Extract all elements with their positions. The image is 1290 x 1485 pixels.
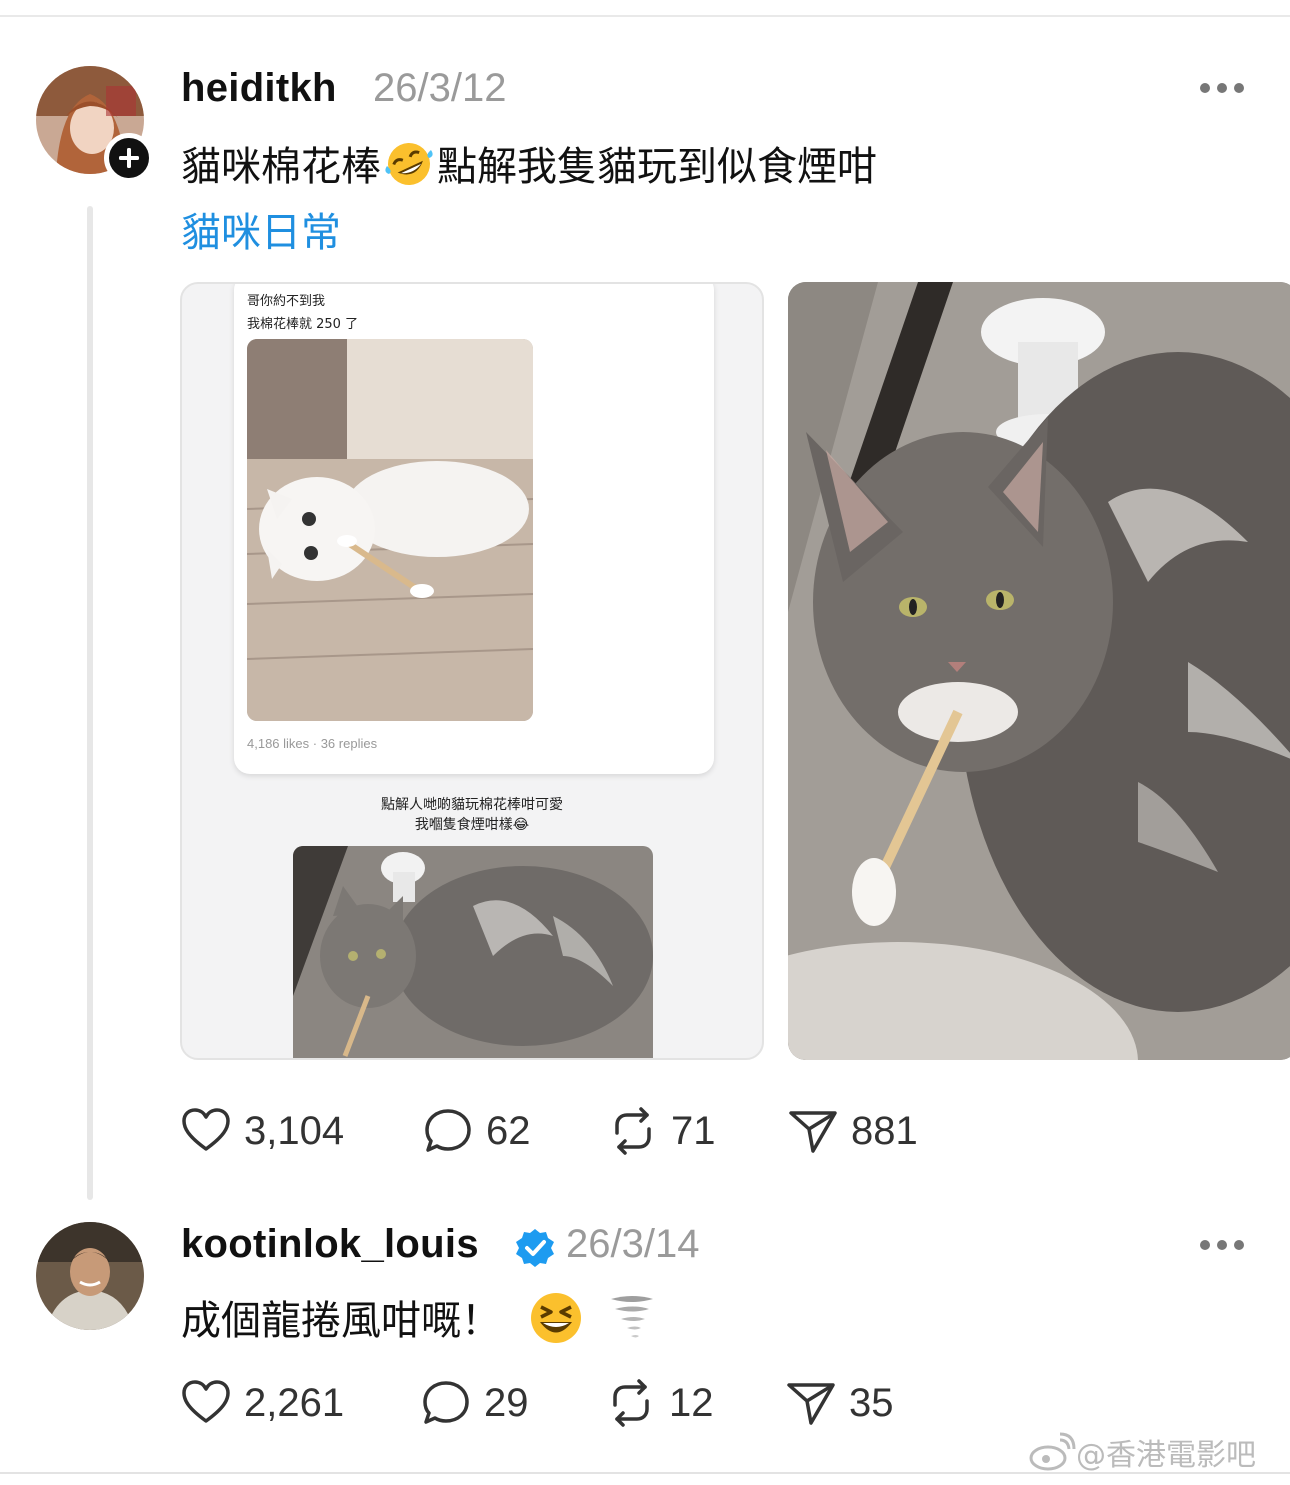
top-divider: [0, 15, 1290, 17]
like-button[interactable]: 2,261: [178, 1375, 344, 1431]
post-text-part1: 貓咪棉花棒: [181, 144, 381, 190]
heart-icon: [182, 1380, 230, 1423]
send-icon: [789, 1111, 837, 1153]
media-image-1[interactable]: 哥你約不到我 我棉花棒就 250 了 4,186 likes · 36 repl…: [180, 282, 764, 1060]
embedded-line-1: 哥你約不到我: [247, 294, 326, 309]
repost-icon: [613, 1379, 649, 1427]
embedded-line-2: 我棉花棒就 250 了: [247, 317, 359, 332]
repost-button[interactable]: 71: [605, 1103, 716, 1159]
bottom-divider: [0, 1472, 1290, 1474]
reply-button[interactable]: 29: [418, 1375, 529, 1431]
reply-button[interactable]: 62: [420, 1103, 531, 1159]
reply-count: 62: [486, 1108, 531, 1153]
repost-count: 12: [669, 1380, 714, 1425]
share-button[interactable]: 881: [785, 1103, 918, 1159]
watermark-text: @香港電影吧: [1076, 1438, 1256, 1473]
caption-line-2: 我嗰隻食煙咁樣😂: [414, 817, 530, 833]
embedded-stats: 4,186 likes · 36 replies: [247, 736, 378, 751]
reply-username[interactable]: kootinlok_louis: [181, 1222, 479, 1267]
repost-count: 71: [671, 1108, 716, 1153]
weibo-logo-icon: [1029, 1432, 1076, 1471]
post-time: 26/3/12: [373, 66, 507, 110]
reply-count: 29: [484, 1380, 529, 1425]
embedded-post-card: 哥你約不到我 我棉花棒就 250 了 4,186 likes · 36 repl…: [234, 284, 714, 774]
follow-button[interactable]: [104, 133, 154, 183]
tornado-emoji-icon: [605, 1291, 659, 1355]
media-image-2[interactable]: [788, 282, 1290, 1060]
caption-line-1: 點解人哋啲貓玩棉花棒咁可愛: [381, 797, 563, 813]
comment-icon: [423, 1381, 469, 1424]
like-button[interactable]: 3,104: [178, 1103, 344, 1159]
watermark: @香港電影吧: [1028, 1430, 1256, 1474]
avatar-kootinlok-louis[interactable]: [36, 1222, 144, 1330]
share-button[interactable]: 35: [783, 1375, 894, 1431]
more-options-icon[interactable]: [1200, 1235, 1244, 1255]
like-count: 2,261: [244, 1380, 345, 1425]
grinning-squinting-emoji-icon: [529, 1291, 583, 1355]
thread-line: [87, 206, 93, 1200]
post-username[interactable]: heiditkh: [181, 66, 337, 111]
topic-tag[interactable]: 貓咪日常: [181, 200, 341, 258]
share-count: 881: [851, 1108, 918, 1153]
post-text-part2: 點解我隻貓玩到似食煙咁: [437, 144, 877, 190]
reply-text-row: 成個龍捲風咁嘅！: [181, 1288, 659, 1355]
repost-icon: [615, 1107, 651, 1155]
reply-text: 成個龍捲風咁嘅！: [181, 1298, 501, 1344]
share-count: 35: [849, 1380, 894, 1425]
rofl-emoji-icon: [381, 140, 437, 198]
send-icon: [787, 1383, 835, 1425]
heart-icon: [182, 1108, 230, 1151]
more-options-icon[interactable]: [1200, 78, 1244, 98]
grey-cat-photo-small: [293, 846, 653, 1058]
white-cat-photo: [247, 339, 533, 721]
post-text: 貓咪棉花棒 點解我隻貓玩到似食煙咁: [181, 134, 877, 198]
verified-badge-icon: [516, 1229, 554, 1267]
like-count: 3,104: [244, 1108, 345, 1153]
repost-button[interactable]: 12: [603, 1375, 714, 1431]
plus-icon: [119, 148, 139, 168]
reply-time: 26/3/14: [566, 1222, 700, 1266]
comment-icon: [425, 1109, 471, 1152]
